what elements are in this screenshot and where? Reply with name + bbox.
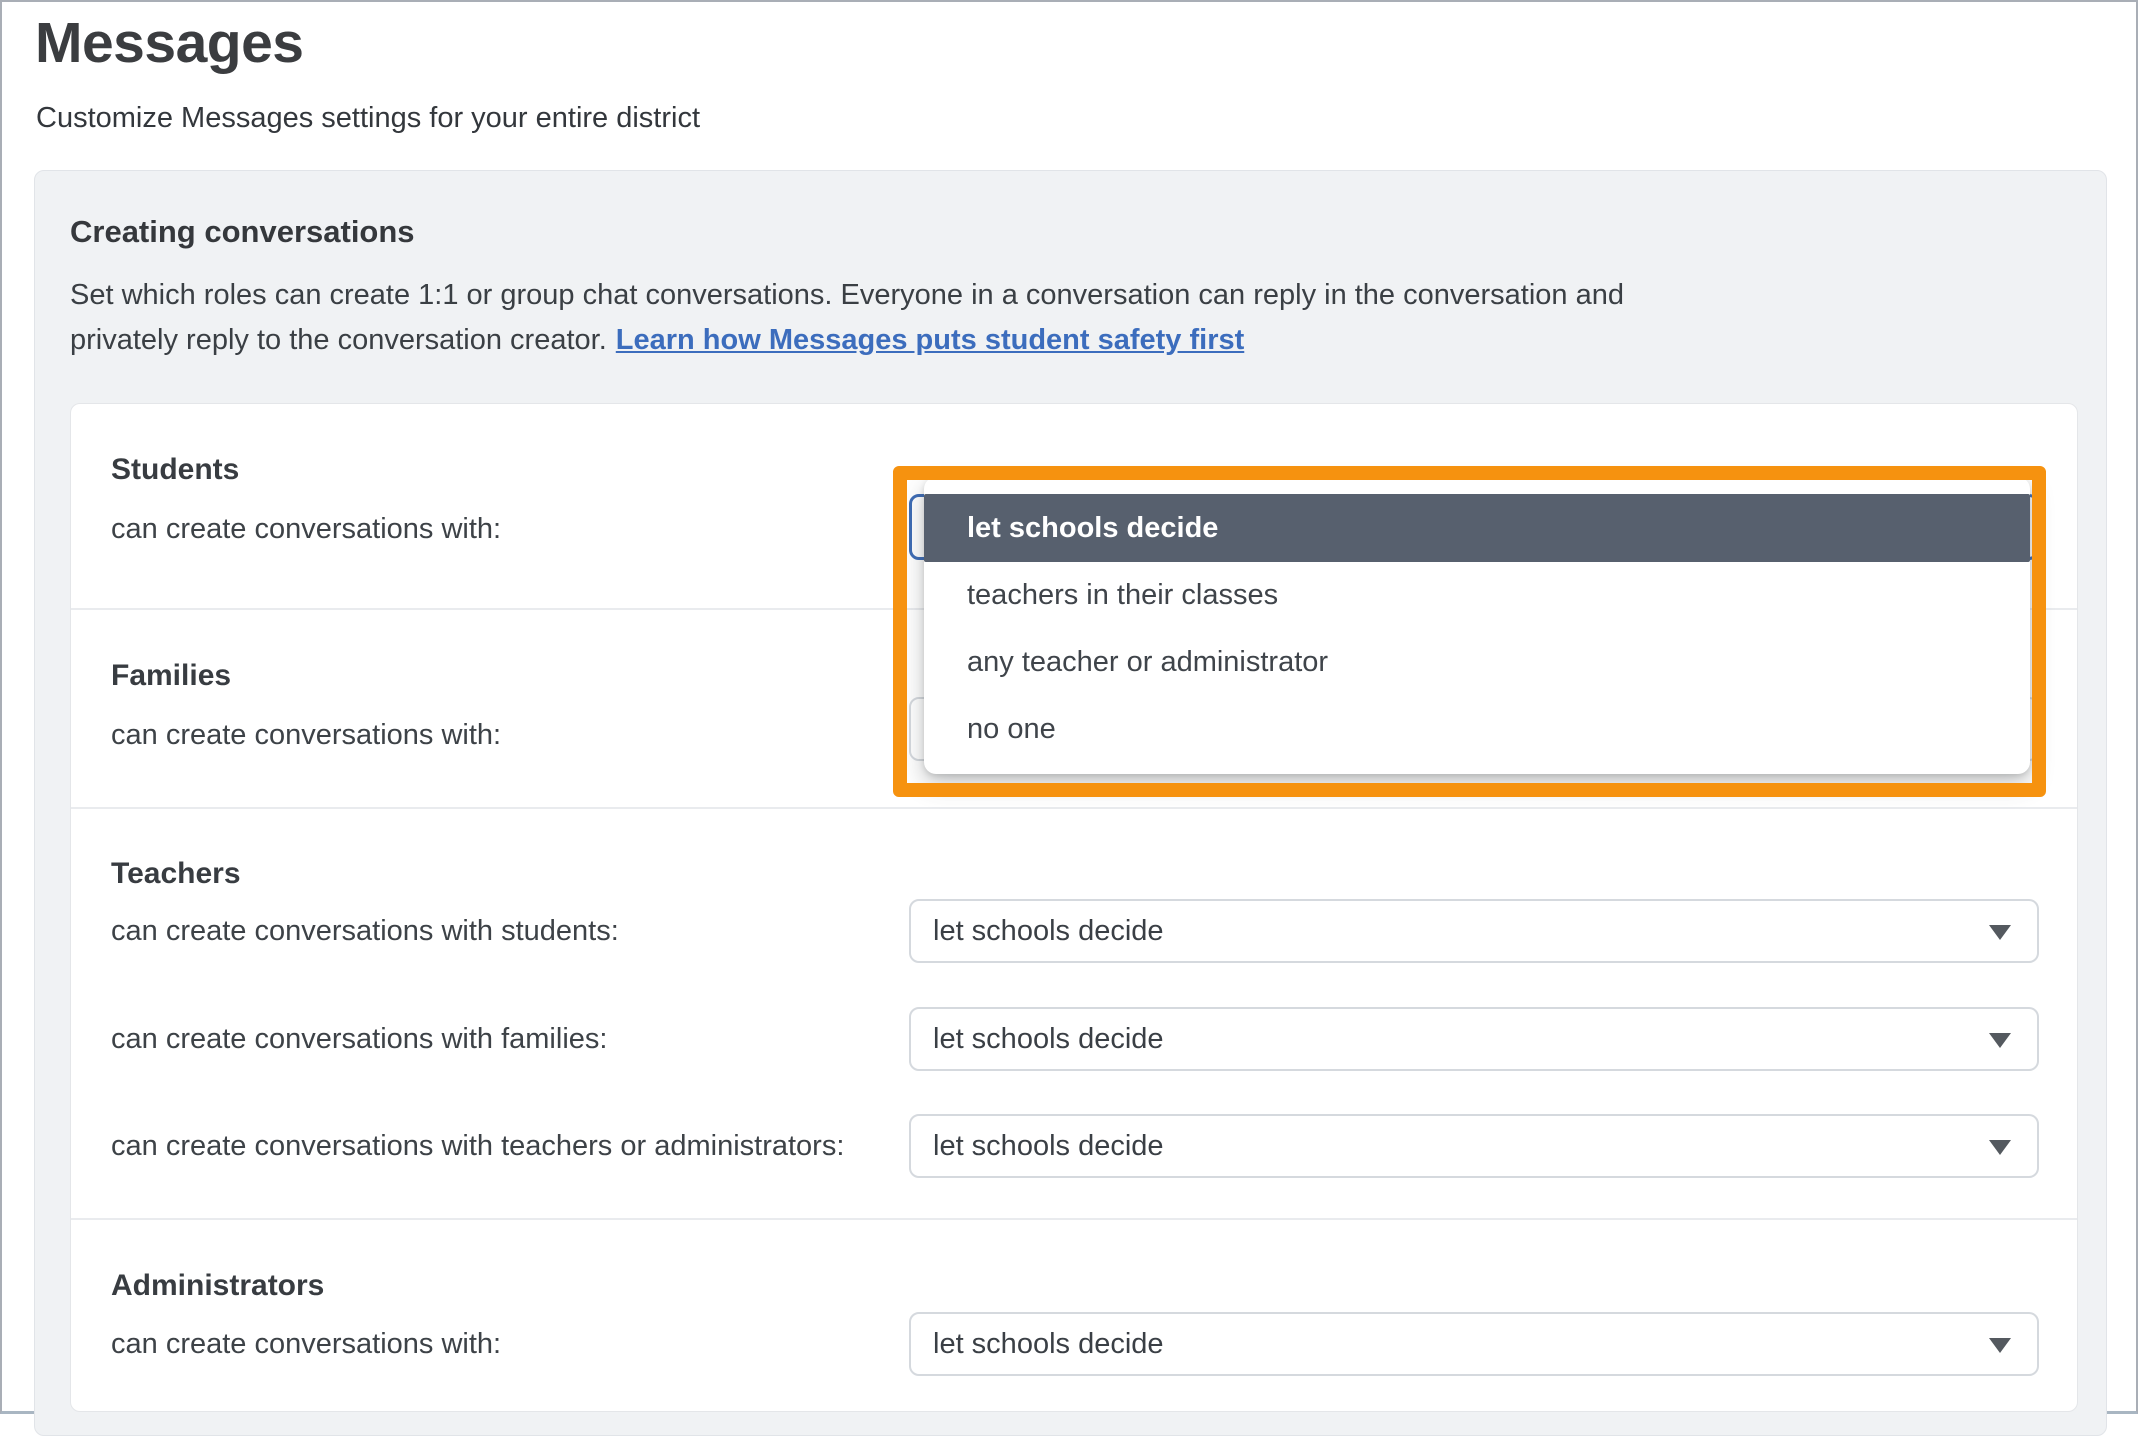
dropdown-option-teachers-in-their-classes[interactable]: teachers in their classes: [924, 562, 2030, 629]
card-description: Set which roles can create 1:1 or group …: [70, 273, 2076, 363]
description-line-2: privately reply to the conversation crea…: [70, 318, 2076, 363]
dropdown-option-let-schools-decide[interactable]: let schools decide: [924, 494, 2030, 562]
select-value: let schools decide: [933, 1130, 1164, 1163]
students-row-label: can create conversations with:: [111, 514, 501, 545]
roles-panel: Students can create conversations with: …: [70, 403, 2078, 1412]
chevron-down-icon: [1989, 925, 2011, 940]
teachers-families-select[interactable]: let schools decide: [909, 1007, 2039, 1071]
teachers-row-label-students: can create conversations with students:: [111, 916, 619, 947]
dropdown-option-no-one[interactable]: no one: [924, 696, 2030, 763]
families-role-name: Families: [111, 661, 231, 691]
section-administrators: Administrators can create conversations …: [71, 1218, 2077, 1413]
administrators-select[interactable]: let schools decide: [909, 1312, 2039, 1376]
administrators-role-name: Administrators: [111, 1271, 324, 1301]
administrators-row-label: can create conversations with:: [111, 1329, 501, 1360]
chevron-down-icon: [1989, 1140, 2011, 1155]
teachers-row-label-teachers-admins: can create conversations with teachers o…: [111, 1131, 844, 1162]
creating-conversations-card: Creating conversations Set which roles c…: [34, 170, 2107, 1436]
select-value: let schools decide: [933, 915, 1164, 948]
dropdown-option-any-teacher-or-administrator[interactable]: any teacher or administrator: [924, 629, 2030, 696]
chevron-down-icon: [1989, 1033, 2011, 1048]
teachers-students-select[interactable]: let schools decide: [909, 899, 2039, 963]
section-teachers: Teachers can create conversations with s…: [71, 807, 2077, 1218]
select-value: let schools decide: [933, 1023, 1164, 1056]
chevron-down-icon: [1989, 1338, 2011, 1353]
students-select-dropdown: let schools decide teachers in their cla…: [924, 477, 2030, 774]
page-subtitle: Customize Messages settings for your ent…: [36, 102, 700, 135]
select-value: let schools decide: [933, 1328, 1164, 1361]
teachers-teachers-admins-select[interactable]: let schools decide: [909, 1114, 2039, 1178]
card-heading: Creating conversations: [70, 213, 2076, 251]
page-title: Messages: [35, 10, 304, 76]
teachers-role-name: Teachers: [111, 859, 241, 889]
description-line-1: Set which roles can create 1:1 or group …: [70, 273, 2076, 318]
student-safety-link[interactable]: Learn how Messages puts student safety f…: [616, 324, 1244, 356]
students-role-name: Students: [111, 455, 239, 485]
messages-settings-page: { "page": { "title": "Messages", "subtit…: [0, 0, 2138, 1414]
teachers-row-label-families: can create conversations with families:: [111, 1024, 607, 1055]
families-row-label: can create conversations with:: [111, 720, 501, 751]
